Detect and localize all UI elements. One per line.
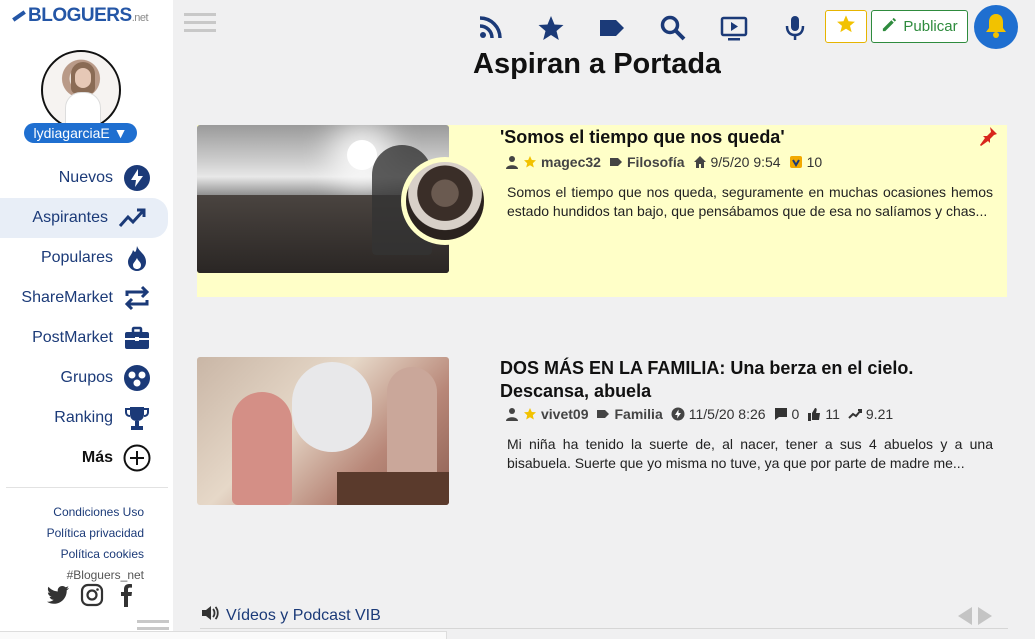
tag-icon[interactable] xyxy=(592,8,632,48)
like-count: 11 xyxy=(825,406,840,422)
group-icon xyxy=(123,364,151,392)
pen-icon xyxy=(12,10,26,22)
carousel-controls xyxy=(958,607,992,625)
sidebar: BLOGUERS.net lydiagarciaE ▼ Nuevos Aspir… xyxy=(0,0,173,639)
twitter-icon[interactable] xyxy=(46,583,70,607)
post-meta: vivet09 Familia 11/5/20 8:26 0 11 9.21 xyxy=(505,406,893,422)
footer-links: Condiciones Uso Política privacidad Polí… xyxy=(47,502,144,586)
tag-icon xyxy=(596,407,610,421)
pencil-icon xyxy=(881,16,898,37)
nav-item-sharemarket[interactable]: ShareMarket xyxy=(0,278,173,318)
sidebar-divider xyxy=(6,487,168,488)
star-icon xyxy=(836,14,856,39)
post-title[interactable]: 'Somos el tiempo que nos queda' xyxy=(500,126,920,149)
nav-item-postmarket[interactable]: PostMarket xyxy=(0,318,173,358)
post-category[interactable]: Filosofía xyxy=(627,154,685,170)
search-icon[interactable] xyxy=(653,8,693,48)
nav-item-grupos[interactable]: Grupos xyxy=(0,358,173,398)
star-icon xyxy=(523,155,537,169)
facebook-icon[interactable] xyxy=(114,583,138,607)
site-logo[interactable]: BLOGUERS.net xyxy=(12,5,149,27)
star-icon[interactable] xyxy=(531,8,571,48)
section-divider xyxy=(200,628,1008,629)
thumbs-up-icon xyxy=(807,407,821,421)
link-conditions[interactable]: Condiciones Uso xyxy=(47,502,144,523)
bolt-icon xyxy=(123,164,151,192)
comment-count: 0 xyxy=(791,406,800,422)
post-date: 11/5/20 8:26 xyxy=(688,406,766,422)
post-meta: magec32 Filosofía 9/5/20 9:54 10 xyxy=(505,154,822,170)
user-icon xyxy=(505,155,519,169)
post-title[interactable]: DOS MÁS EN LA FAMILIA: Una berza en el c… xyxy=(500,357,920,403)
main-nav: Nuevos Aspirantes Populares ShareMarket … xyxy=(0,158,173,478)
speaker-icon xyxy=(200,603,220,628)
link-cookies[interactable]: Política cookies xyxy=(47,544,144,565)
plus-circle-icon xyxy=(123,444,151,472)
post-thumbnail[interactable] xyxy=(197,357,449,505)
menu-toggle-icon[interactable] xyxy=(184,13,216,33)
arrow-right-icon[interactable] xyxy=(978,607,992,625)
post-excerpt: Mi niña ha tenido la suerte de, al nacer… xyxy=(507,436,993,471)
tag-icon xyxy=(609,155,623,169)
trending-up-icon xyxy=(848,407,862,421)
instagram-icon[interactable] xyxy=(80,583,104,607)
user-menu-button[interactable]: lydiagarciaE ▼ xyxy=(24,123,137,143)
post-date: 9/5/20 9:54 xyxy=(710,154,781,170)
user-icon xyxy=(505,407,519,421)
arrow-left-icon[interactable] xyxy=(958,607,972,625)
post-card: DOS MÁS EN LA FAMILIA: Una berza en el c… xyxy=(197,357,1007,507)
post-author[interactable]: magec32 xyxy=(541,154,601,170)
star-icon xyxy=(523,407,537,421)
post-author[interactable]: vivet09 xyxy=(541,406,588,422)
page-title: Aspiran a Portada xyxy=(473,48,722,80)
bolt-icon xyxy=(671,407,685,421)
post-card: 'Somos el tiempo que nos queda' magec32 … xyxy=(197,125,1007,297)
briefcase-icon xyxy=(123,324,151,352)
flame-icon xyxy=(123,244,151,272)
notifications-button[interactable] xyxy=(974,5,1018,49)
bell-icon xyxy=(982,11,1010,44)
rss-icon[interactable] xyxy=(470,8,510,48)
social-links xyxy=(46,583,138,607)
home-icon xyxy=(693,155,707,169)
repeat-icon xyxy=(123,284,151,312)
mic-icon[interactable] xyxy=(775,8,815,48)
nav-item-aspirantes[interactable]: Aspirantes xyxy=(0,198,168,238)
link-privacy[interactable]: Política privacidad xyxy=(47,523,144,544)
nav-item-populares[interactable]: Populares xyxy=(0,238,173,278)
comment-icon xyxy=(774,407,788,421)
publish-button[interactable]: Publicar xyxy=(871,10,968,43)
favorites-button[interactable] xyxy=(825,10,867,43)
nav-item-ranking[interactable]: Ranking xyxy=(0,398,173,438)
user-avatar[interactable] xyxy=(41,50,121,130)
pin-icon xyxy=(977,125,999,147)
top-toolbar xyxy=(470,6,836,50)
author-avatar[interactable] xyxy=(401,157,489,245)
nav-item-nuevos[interactable]: Nuevos xyxy=(0,158,173,198)
trophy-icon xyxy=(123,404,151,432)
badge-count: 10 xyxy=(806,154,823,170)
award-badge-icon xyxy=(789,155,803,169)
nav-item-mas[interactable]: Más xyxy=(0,438,173,478)
videos-podcast-link[interactable]: Vídeos y Podcast VIB xyxy=(200,603,381,628)
video-icon[interactable] xyxy=(714,8,754,48)
status-bar xyxy=(0,631,447,639)
post-excerpt: Somos el tiempo que nos queda, seguramen… xyxy=(507,184,993,219)
trending-up-icon xyxy=(118,204,146,232)
post-score: 9.21 xyxy=(865,406,894,422)
post-category[interactable]: Familia xyxy=(614,406,662,422)
